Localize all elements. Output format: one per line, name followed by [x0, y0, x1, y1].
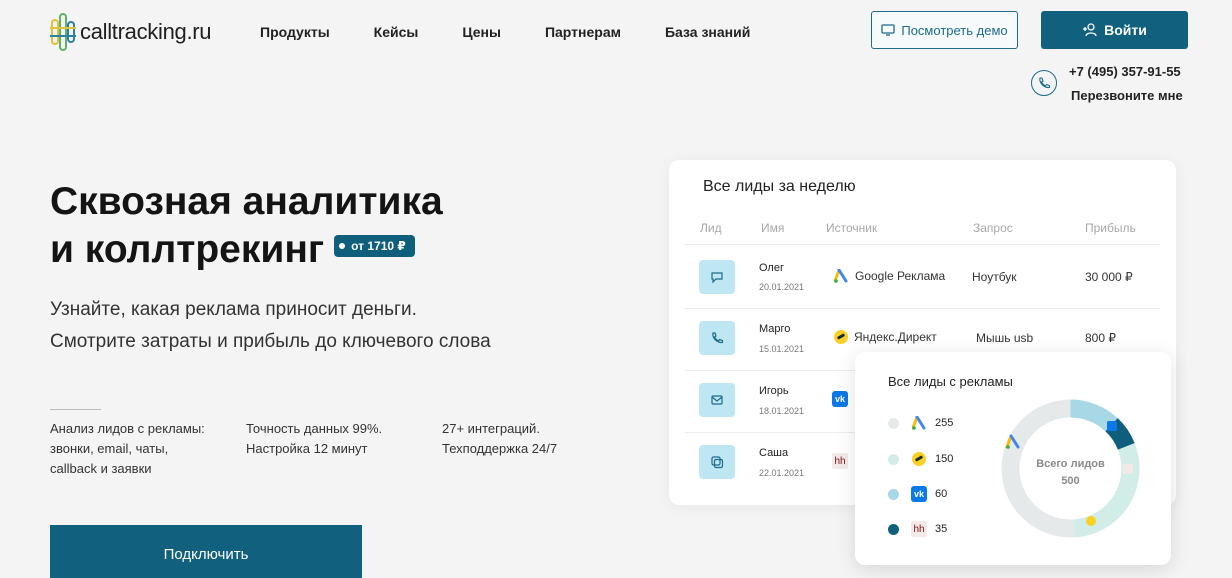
feature-text: Анализ лидов с рекламы:	[50, 421, 205, 436]
col-header-name: Имя	[761, 221, 785, 235]
nav-prices[interactable]: Цены	[462, 24, 501, 40]
legend-value: 35	[935, 523, 948, 535]
legend-dot	[888, 453, 899, 465]
lead-query: Ноутбук	[972, 270, 1017, 284]
lead-source-label: Google Реклама	[855, 269, 946, 283]
lead-source: hh	[832, 453, 848, 469]
phone-number[interactable]: +7 (495) 357-91-55	[1069, 64, 1181, 79]
lead-query: Мышь usb	[976, 331, 1034, 345]
legend-item-vk: vk 60	[888, 486, 947, 502]
logo-icon	[50, 13, 76, 51]
user-add-icon	[1083, 23, 1097, 37]
nav-products[interactable]: Продукты	[260, 24, 330, 40]
email-lead-icon	[699, 383, 735, 417]
monitor-icon	[881, 24, 896, 36]
feature-text: Настройка 12 минут	[246, 441, 368, 456]
donut-center-label: Всего лидов 500	[1018, 456, 1123, 490]
hero-subtitle: Узнайте, какая реклама приносит деньги. …	[50, 294, 491, 358]
lead-source: vk	[832, 391, 848, 407]
nav-cases[interactable]: Кейсы	[374, 24, 419, 40]
logo-text: calltracking.ru	[80, 19, 212, 44]
feature-text: Техподдержка 24/7	[442, 441, 558, 456]
vk-icon: vk	[911, 486, 927, 502]
price-badge-label: от 1710 ₽	[351, 238, 406, 253]
lead-name: Марго	[759, 323, 791, 335]
hh-icon: hh	[832, 453, 848, 469]
view-demo-label: Посмотреть демо	[901, 22, 1008, 38]
feature-leads: Анализ лидов с рекламы: звонки, email, ч…	[50, 419, 205, 479]
col-header-lead: Лид	[700, 221, 722, 235]
form-lead-icon	[699, 445, 735, 479]
lead-date: 22.01.2021	[759, 468, 805, 478]
yandex-direct-icon	[834, 330, 848, 344]
donut-hh-marker	[1123, 464, 1133, 474]
divider	[50, 409, 101, 410]
google-ads-icon	[834, 269, 848, 283]
lead-name: Игорь	[759, 385, 789, 397]
feature-accuracy: Точность данных 99%. Настройка 12 минут	[246, 419, 382, 459]
feature-text: Точность данных 99%.	[246, 421, 383, 436]
hero-title-line2: и коллтрекинг	[50, 228, 325, 271]
col-header-profit: Прибыль	[1085, 221, 1136, 235]
legend-dot	[888, 523, 899, 535]
row-divider	[685, 308, 1160, 309]
yandex-direct-icon	[911, 451, 927, 467]
legend-value: 60	[935, 488, 948, 500]
feature-text: звонки, email, чаты,	[50, 441, 169, 456]
call-lead-icon	[699, 321, 735, 355]
leads-card-title: Все лиды за неделю	[703, 178, 856, 195]
hh-icon: hh	[911, 521, 927, 537]
hero-title: Сквозная аналитика и коллтрекинг от 1710 …	[50, 178, 443, 274]
col-header-query: Запрос	[973, 221, 1013, 235]
legend-item-hh: hh 35	[888, 521, 947, 537]
hero-title-line1: Сквозная аналитика	[50, 180, 443, 223]
lead-profit: 800 ₽	[1085, 331, 1116, 345]
lead-source-label: Яндекс.Директ	[854, 330, 937, 344]
row-divider	[685, 244, 1160, 245]
legend-dot	[888, 488, 899, 500]
donut-center-title: Всего лидов	[1036, 458, 1105, 470]
badge-dot-icon	[339, 242, 346, 249]
lead-name: Саша	[759, 447, 789, 459]
lead-date: 15.01.2021	[759, 344, 805, 354]
donut-card-title: Все лиды с рекламы	[888, 374, 1013, 389]
lead-profit: 30 000 ₽	[1085, 270, 1133, 284]
connect-button[interactable]: Подключить	[50, 525, 362, 578]
lead-source: Яндекс.Директ	[834, 330, 937, 344]
vk-icon: vk	[832, 391, 848, 407]
feature-text: 27+ интеграций.	[442, 421, 540, 436]
nav-knowledge-base[interactable]: База знаний	[665, 24, 750, 40]
legend-value: 255	[935, 417, 954, 429]
lead-name: Олег	[759, 262, 784, 274]
login-button[interactable]: Войти	[1041, 11, 1188, 49]
hero-subtitle-line2: Смотрите затраты и прибыль до ключевого …	[50, 331, 491, 352]
lead-date: 18.01.2021	[759, 406, 805, 416]
nav-partners[interactable]: Партнерам	[545, 24, 621, 40]
lead-date: 20.01.2021	[759, 282, 805, 292]
price-badge: от 1710 ₽	[334, 234, 415, 257]
legend-dot	[888, 417, 899, 429]
view-demo-button[interactable]: Посмотреть демо	[871, 11, 1018, 49]
legend-item-yandex: 150	[888, 451, 953, 467]
chat-lead-icon	[699, 260, 735, 294]
donut-yandex-marker	[1086, 516, 1096, 526]
phone-icon[interactable]	[1031, 70, 1057, 96]
feature-integrations: 27+ интеграций. Техподдержка 24/7	[442, 419, 557, 459]
donut-vk-marker	[1107, 421, 1117, 431]
feature-text: callback и заявки	[50, 461, 152, 476]
login-label: Войти	[1104, 22, 1147, 38]
callback-link[interactable]: Перезвоните мне	[1071, 88, 1183, 103]
logo[interactable]: calltracking.ru	[50, 12, 212, 52]
hero-subtitle-line1: Узнайте, какая реклама приносит деньги.	[50, 299, 417, 320]
legend-item-google: 255	[888, 415, 953, 431]
col-header-source: Источник	[826, 221, 878, 235]
main-nav: Продукты Кейсы Цены Партнерам База знани…	[260, 24, 794, 40]
legend-value: 150	[935, 453, 954, 465]
google-ads-icon	[911, 415, 927, 431]
donut-card: Все лиды с рекламы 255 150 vk 60 hh 35 В…	[855, 352, 1171, 565]
donut-total: 500	[1061, 475, 1080, 487]
lead-source: Google Реклама	[834, 269, 945, 283]
